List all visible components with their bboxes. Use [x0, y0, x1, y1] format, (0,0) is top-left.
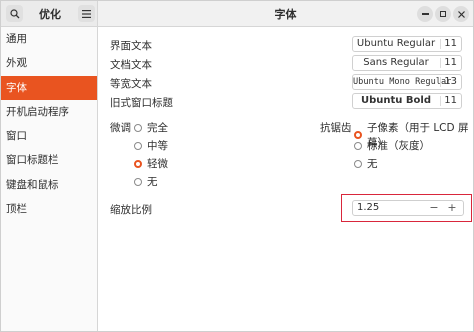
- sidebar-title: 优化: [39, 8, 61, 21]
- maximize-button[interactable]: [435, 6, 451, 22]
- antialiasing-label: 抗锯齿: [320, 122, 352, 134]
- radio-icon: [134, 141, 142, 150]
- scaling-factor-spinbutton[interactable]: 1.25 − +: [352, 200, 464, 216]
- radio-icon: [134, 123, 142, 132]
- divider: [440, 77, 441, 87]
- radio-label: 无: [147, 176, 158, 188]
- sidebar-item-label: 顶栏: [6, 203, 27, 216]
- sidebar-item-startup-applications[interactable]: 开机启动程序: [1, 100, 97, 124]
- minimize-button[interactable]: [417, 6, 433, 22]
- hinting-label: 微调: [110, 122, 131, 134]
- radio-selected-icon: [134, 159, 142, 168]
- radio-label: 中等: [147, 140, 168, 152]
- sidebar-item-fonts[interactable]: 字体: [1, 75, 97, 100]
- font-size: 11: [444, 57, 457, 68]
- sidebar-item-appearance[interactable]: 外观: [1, 51, 97, 75]
- hamburger-menu-icon: [82, 9, 91, 18]
- divider: [440, 96, 441, 106]
- sidebar-item-windows[interactable]: 窗口: [1, 124, 97, 148]
- tweaks-window: 优化 字体 通用 外观 字体 开机启动程序 窗口 窗口标题栏 键盘和鼠标 顶栏 …: [0, 0, 474, 332]
- font-size: 11: [444, 38, 457, 49]
- sidebar-header: 优化: [1, 1, 98, 27]
- font-name: Ubuntu Regular: [356, 38, 436, 49]
- font-size: 13: [444, 76, 457, 87]
- radio-icon: [354, 159, 362, 168]
- font-name: Ubuntu Bold: [361, 95, 431, 106]
- monospace-font-button[interactable]: Ubuntu Mono Regular 13: [352, 74, 462, 90]
- hinting-option-medium[interactable]: 中等: [134, 138, 168, 153]
- main-header: 字体: [98, 1, 473, 27]
- search-icon: [9, 8, 19, 18]
- close-button[interactable]: [453, 6, 469, 22]
- radio-label: 轻微: [147, 158, 168, 170]
- radio-icon: [134, 177, 142, 186]
- hinting-option-none[interactable]: 无: [134, 174, 158, 189]
- hinting-option-slight[interactable]: 轻微: [134, 156, 168, 171]
- sidebar-item-general[interactable]: 通用: [1, 27, 97, 51]
- maximize-icon: [440, 11, 446, 17]
- sidebar-item-label: 窗口: [6, 130, 27, 143]
- radio-label: 无: [367, 158, 378, 170]
- divider: [440, 58, 441, 68]
- monospace-text-label: 等宽文本: [110, 78, 152, 90]
- scaling-value[interactable]: 1.25: [357, 202, 379, 213]
- hinting-option-full[interactable]: 完全: [134, 120, 168, 135]
- search-button[interactable]: [6, 5, 23, 22]
- close-icon: [457, 10, 465, 18]
- document-font-button[interactable]: Sans Regular 11: [352, 55, 462, 71]
- divider: [440, 39, 441, 49]
- radio-label: 标准（灰度）: [367, 140, 430, 152]
- sidebar-item-window-titlebars[interactable]: 窗口标题栏: [1, 148, 97, 172]
- sidebar-item-keyboard-mouse[interactable]: 键盘和鼠标: [1, 173, 97, 197]
- minimize-icon: [421, 13, 429, 15]
- sidebar-item-label: 通用: [6, 33, 27, 45]
- scaling-factor-label: 缩放比例: [110, 204, 152, 216]
- sidebar: 通用 外观 字体 开机启动程序 窗口 窗口标题栏 键盘和鼠标 顶栏: [1, 27, 98, 331]
- sidebar-item-label: 开机启动程序: [6, 105, 69, 118]
- menu-button[interactable]: [78, 5, 95, 22]
- font-size: 11: [444, 95, 457, 106]
- font-name: Ubuntu Mono Regular: [353, 77, 452, 87]
- font-name: Sans Regular: [363, 57, 429, 68]
- sidebar-item-top-bar[interactable]: 顶栏: [1, 197, 97, 221]
- legacy-window-title-label: 旧式窗口标题: [110, 97, 173, 109]
- decrease-button[interactable]: −: [426, 201, 442, 214]
- radio-label: 完全: [147, 122, 168, 134]
- interface-font-button[interactable]: Ubuntu Regular 11: [352, 36, 462, 52]
- increase-button[interactable]: +: [444, 201, 460, 214]
- antialiasing-option-none[interactable]: 无: [354, 156, 378, 171]
- antialiasing-option-standard[interactable]: 标准（灰度）: [354, 138, 430, 153]
- sidebar-item-label: 窗口标题栏: [6, 154, 59, 167]
- sidebar-item-label: 字体: [6, 81, 27, 94]
- sidebar-item-label: 键盘和鼠标: [6, 178, 59, 191]
- document-text-label: 文档文本: [110, 59, 152, 71]
- legacy-title-font-button[interactable]: Ubuntu Bold 11: [352, 93, 462, 109]
- sidebar-item-label: 外观: [6, 57, 27, 70]
- radio-icon: [354, 141, 362, 150]
- interface-text-label: 界面文本: [110, 40, 152, 52]
